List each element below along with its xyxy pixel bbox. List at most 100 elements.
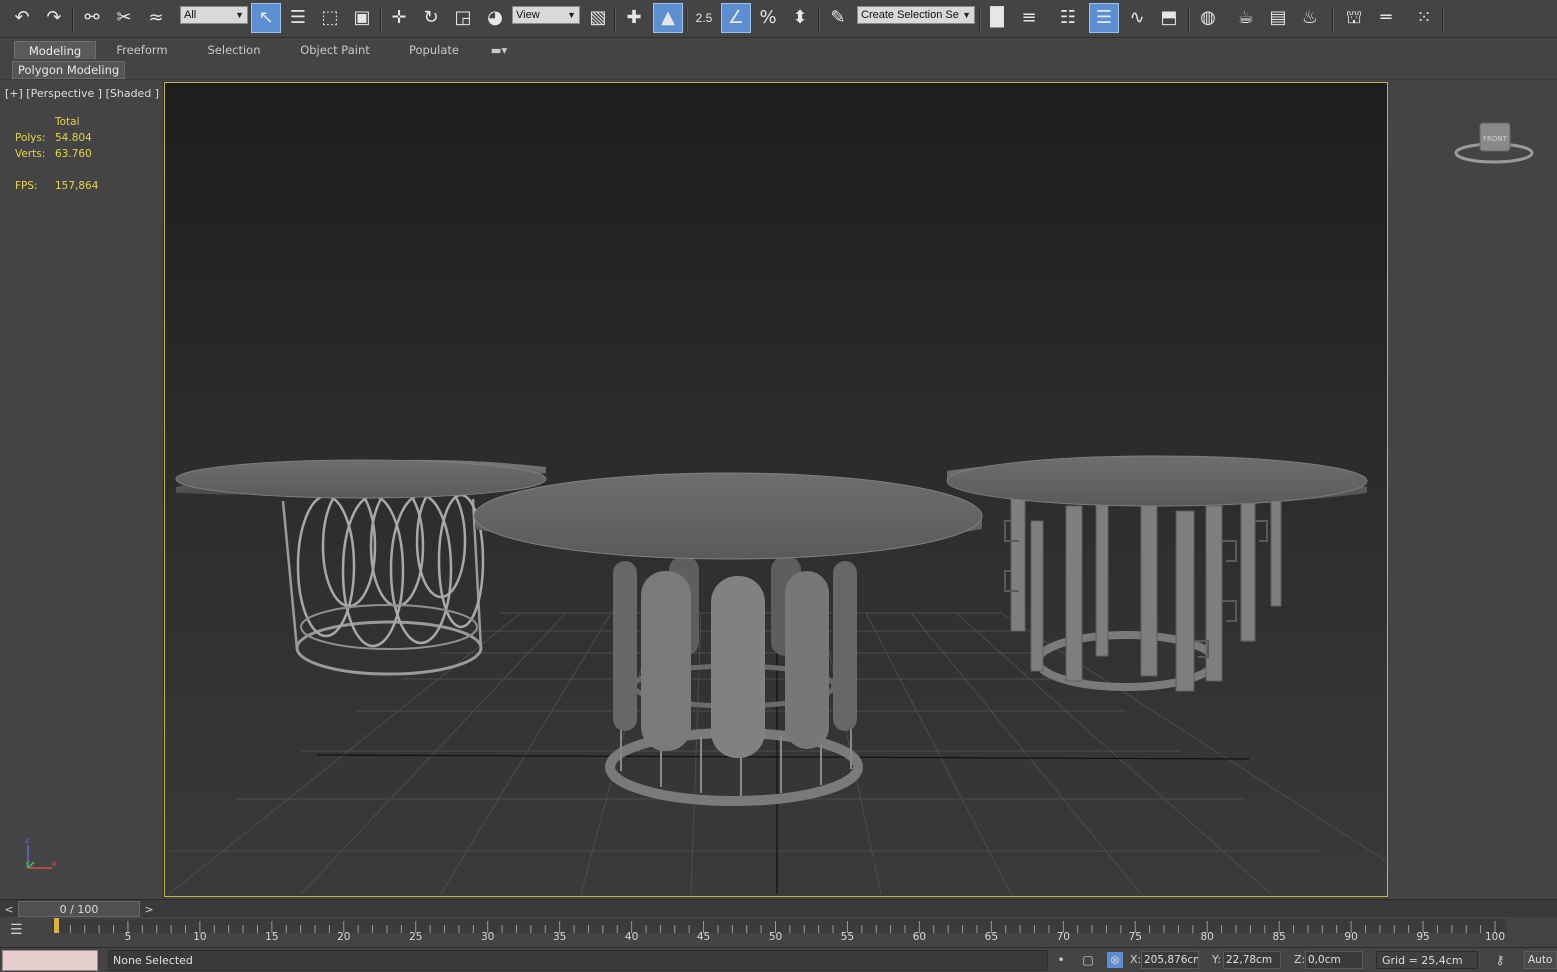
layer-explorer-icon[interactable]: ☷	[1054, 4, 1082, 32]
maxscript-listener[interactable]	[2, 950, 98, 971]
civil-view-icon[interactable]: ⛫	[1340, 4, 1368, 32]
perspective-viewport[interactable]	[164, 82, 1388, 897]
track-tick-label: 30	[481, 931, 495, 943]
tab-selection[interactable]: Selection	[196, 41, 272, 59]
grid-size-readout: Grid = 25,4cm	[1376, 951, 1478, 969]
axis-y-label: y	[25, 859, 30, 868]
table-right-meander	[946, 455, 1368, 692]
chevron-down-icon: ▼	[567, 10, 576, 20]
rotate-icon[interactable]: ↻	[417, 4, 445, 32]
toolbar-separator	[818, 6, 820, 32]
toolbar-separator	[1332, 6, 1334, 32]
key-icon[interactable]: ⚷	[1492, 952, 1508, 968]
ribbon-options-icon[interactable]: ▬▾	[484, 41, 514, 59]
track-tick-label: 75	[1128, 931, 1142, 943]
stats-polys-value: 54.804	[55, 132, 92, 144]
track-tick-label: 25	[409, 931, 423, 943]
pivot-center-icon[interactable]: ▧	[584, 4, 612, 32]
track-tick-label: 5	[124, 931, 132, 943]
stats-fps-value: 157,864	[55, 180, 99, 192]
material-editor-icon[interactable]: ◍	[1194, 4, 1222, 32]
angle-snap-icon[interactable]: 2.5	[690, 4, 718, 32]
ruler-icon[interactable]: ═	[1372, 4, 1400, 32]
viewcube-icon[interactable]: FRONT	[1450, 111, 1540, 181]
lock-icon[interactable]: ▢	[1080, 952, 1096, 968]
keyboard-shortcut-icon[interactable]: ✚	[620, 4, 648, 32]
toolbar-separator	[614, 6, 616, 32]
time-slider-next[interactable]: >	[142, 902, 156, 916]
link-icon[interactable]: ⚯	[78, 4, 106, 32]
schematic-view-icon[interactable]: ⬒	[1155, 4, 1183, 32]
z-coordinate-field[interactable]: 0,0cm	[1305, 951, 1363, 969]
panel-label: Polygon Modeling	[18, 63, 120, 77]
tab-object-paint[interactable]: Object Paint	[290, 41, 380, 59]
time-slider-prev[interactable]: <	[2, 902, 16, 916]
stats-verts-label: Verts:	[15, 148, 46, 160]
toolbar-separator	[1188, 6, 1190, 32]
move-icon[interactable]: ✛	[385, 4, 413, 32]
isolate-selection-icon[interactable]: •	[1053, 952, 1069, 968]
undo-icon[interactable]: ↶	[8, 4, 36, 32]
main-toolbar: ↶ ↷ ⚯ ✂ ≈ All ▼ ↖ ☰ ⬚ ▣ ✛ ↻ ◲ ◕ View ▼ ▧…	[0, 0, 1557, 38]
rendered-frame-icon[interactable]: ▤	[1264, 4, 1292, 32]
render-icon[interactable]: ♨	[1296, 4, 1324, 32]
curve-editor-icon[interactable]: ∿	[1123, 4, 1151, 32]
select-by-name-icon[interactable]: ☰	[284, 4, 312, 32]
current-frame-marker[interactable]	[54, 918, 59, 933]
x-coordinate-field[interactable]: 205,876cm	[1141, 951, 1199, 969]
selection-filter-dropdown[interactable]: All ▼	[180, 6, 248, 24]
stats-verts-value: 63.760	[55, 148, 92, 160]
track-tick-label: 15	[265, 931, 279, 943]
scene-explorer-icon[interactable]: ☰	[1089, 3, 1119, 33]
spinner-snap-icon[interactable]: ⬍	[786, 4, 814, 32]
place-icon[interactable]: ◕	[481, 4, 509, 32]
track-tick-label: 90	[1344, 931, 1358, 943]
unlink-icon[interactable]: ✂	[110, 4, 138, 32]
stats-header: Total	[55, 116, 80, 128]
track-tick-label: 50	[768, 931, 783, 943]
y-coordinate-label: Y:	[1212, 953, 1221, 966]
grid-axis-x	[316, 754, 1250, 760]
scale-icon[interactable]: ◲	[449, 4, 477, 32]
mirror-icon[interactable]: ▐▌	[983, 4, 1011, 32]
absolute-mode-icon[interactable]: ⊗	[1107, 952, 1123, 968]
bind-space-warp-icon[interactable]: ≈	[142, 4, 170, 32]
time-slider-thumb[interactable]: 0 / 100	[18, 901, 140, 917]
chevron-down-icon: ▼	[962, 10, 971, 20]
edit-named-selection-icon[interactable]: ✎	[824, 4, 852, 32]
selection-filter-value: All	[184, 9, 197, 21]
stats-polys-label: Polys:	[15, 132, 46, 144]
tab-label: Freeform	[116, 43, 168, 57]
axis-x-label: x	[52, 859, 57, 868]
percent-snap-icon[interactable]: %	[754, 4, 782, 32]
snaps-toggle-icon[interactable]: ▲	[653, 3, 683, 33]
redo-icon[interactable]: ↷	[40, 4, 68, 32]
named-selection-dropdown[interactable]: Create Selection Se ▼	[857, 6, 975, 24]
polygon-modeling-panel[interactable]: Polygon Modeling	[12, 61, 126, 79]
track-tick-label: 85	[1272, 931, 1286, 943]
angle-snap-toggle-icon[interactable]: ∠	[721, 3, 751, 33]
y-coordinate-field[interactable]: 22,78cm	[1223, 951, 1281, 969]
rectangular-region-icon[interactable]: ⬚	[316, 4, 344, 32]
tab-freeform[interactable]: Freeform	[104, 41, 180, 59]
reference-coordinate-dropdown[interactable]: View ▼	[512, 6, 580, 24]
track-tick-label: 45	[696, 931, 711, 943]
tab-modeling[interactable]: Modeling	[14, 41, 96, 59]
window-crossing-icon[interactable]: ▣	[348, 4, 376, 32]
track-tick-label: 60	[912, 931, 927, 943]
time-slider[interactable]: < 0 / 100 >	[0, 899, 1557, 917]
auto-key-button[interactable]: Auto K	[1524, 951, 1557, 969]
viewport-label-menu[interactable]: [+] [Perspective ] [Shaded ]	[5, 87, 159, 100]
toolbar-separator	[1442, 6, 1444, 32]
viewport-left-area: [+] [Perspective ] [Shaded ] Total Polys…	[0, 81, 164, 898]
tab-label: Selection	[207, 43, 261, 57]
particle-view-icon[interactable]: ⁙	[1410, 4, 1438, 32]
tab-populate[interactable]: Populate	[398, 41, 470, 59]
track-bar-menu-icon[interactable]: ☰	[10, 922, 32, 940]
track-bar[interactable]: ☰ 5 10 15 20 25 30 35 40 45 50 55 60 65 70 75 80 85 90 95 1…	[0, 917, 1557, 947]
select-object-icon[interactable]: ↖	[251, 3, 281, 33]
align-icon[interactable]: ≡	[1015, 4, 1043, 32]
named-selection-value: Create Selection Se	[861, 9, 959, 21]
render-setup-icon[interactable]: ☕	[1232, 4, 1260, 32]
track-tick-label: 80	[1200, 931, 1214, 943]
